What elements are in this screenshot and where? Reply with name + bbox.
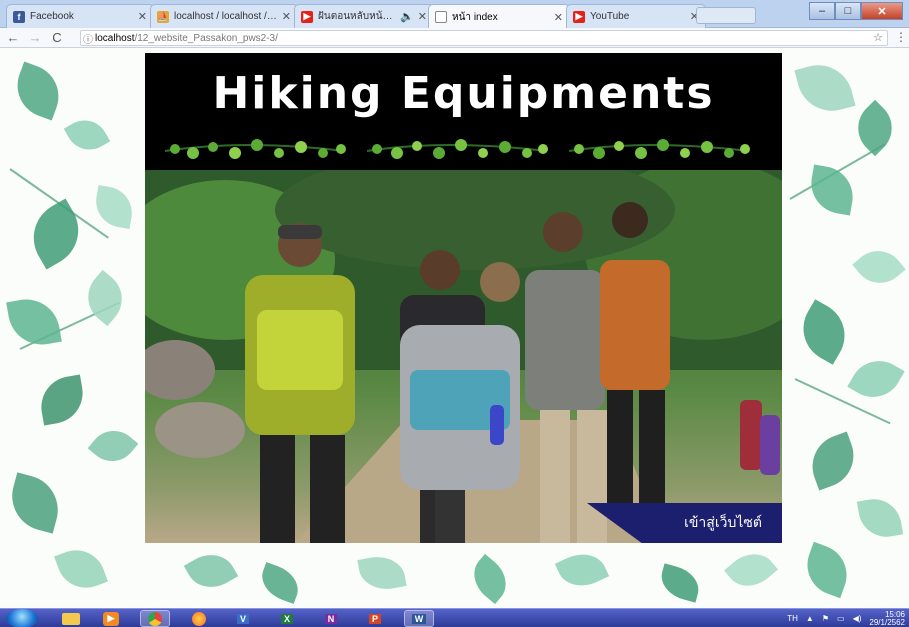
new-tab-button[interactable] — [696, 7, 756, 24]
youtube-icon: ▶ — [573, 10, 585, 23]
language-indicator[interactable]: TH — [787, 614, 798, 623]
close-window-icon[interactable]: ✕ — [861, 2, 903, 20]
page-title: Hiking Equipments — [212, 68, 715, 119]
hikers-photo: เข้าสู่เว็บไซต์ — [145, 170, 782, 543]
forward-arrow-icon[interactable]: → — [26, 29, 44, 47]
volume-icon[interactable]: ◀) — [853, 614, 862, 623]
close-icon[interactable]: ✕ — [418, 10, 427, 23]
url-host: localhost — [95, 32, 135, 44]
chrome-icon[interactable] — [140, 610, 170, 627]
start-button-icon[interactable] — [6, 609, 38, 627]
page-icon — [435, 11, 447, 23]
browser-window: f Facebook ✕ ⛵ localhost / localhost / P… — [0, 0, 909, 627]
tab-facebook[interactable]: f Facebook ✕ — [6, 4, 154, 28]
visio-icon[interactable]: V — [228, 610, 258, 627]
close-icon[interactable]: ✕ — [282, 10, 291, 23]
phpmyadmin-icon: ⛵ — [157, 10, 169, 23]
bookmark-star-icon[interactable]: ☆ — [873, 31, 883, 44]
explorer-icon[interactable] — [56, 610, 86, 627]
header-banner: Hiking Equipments — [145, 53, 782, 170]
info-icon[interactable]: ⓘ — [81, 31, 95, 46]
maximize-icon[interactable]: □ — [835, 2, 861, 20]
tab-label: Facebook — [30, 11, 74, 22]
powerpoint-icon[interactable]: P — [360, 610, 390, 627]
tab-phpmyadmin[interactable]: ⛵ localhost / localhost / Pa ✕ — [150, 4, 298, 28]
minimize-icon[interactable]: – — [809, 2, 835, 20]
clock[interactable]: 15:06 29/1/2562 — [869, 610, 905, 627]
youtube-icon: ▶ — [301, 10, 313, 23]
word-icon[interactable]: W — [404, 610, 434, 627]
address-bar[interactable]: ⓘ localhost /12_website_Passakon_pws2-3/… — [80, 30, 888, 46]
onenote-icon[interactable]: N — [316, 610, 346, 627]
tab-youtube[interactable]: ▶ YouTube ✕ — [566, 4, 706, 28]
excel-icon[interactable]: X — [272, 610, 302, 627]
tab-label: YouTube — [590, 11, 630, 22]
vine-right — [568, 139, 750, 159]
reload-icon[interactable]: C — [48, 29, 66, 47]
facebook-icon: f — [13, 10, 25, 23]
menu-dots-icon[interactable]: ⋮ — [895, 30, 907, 44]
close-icon[interactable]: ✕ — [554, 11, 563, 24]
hikers-illustration — [145, 170, 782, 543]
page-viewport: Hiking Equipments เข้าสู่เว็บไซต์ — [0, 48, 909, 608]
tab-strip: f Facebook ✕ ⛵ localhost / localhost / P… — [0, 0, 909, 29]
landing-card: Hiking Equipments เข้าสู่เว็บไซต์ — [145, 53, 782, 543]
tab-index[interactable]: หน้า index ✕ — [428, 4, 570, 29]
flag-icon[interactable]: ⚑ — [822, 614, 829, 623]
tab-label: หน้า index — [452, 11, 498, 23]
vine-decoration — [164, 139, 750, 159]
vine-left — [164, 139, 346, 159]
back-arrow-icon[interactable]: ← — [4, 29, 22, 47]
tab-label: localhost / localhost / Pa — [174, 11, 278, 22]
system-tray: TH ▲ ⚑ ▭ ◀) 15:06 29/1/2562 — [779, 609, 905, 627]
network-icon[interactable]: ▭ — [837, 614, 845, 623]
windows-taskbar: ▶ V X N P W TH ▲ ⚑ ▭ ◀) 15:06 29/1/2562 — [0, 608, 909, 627]
tab-label: ฝันตอนหลับหน้าเป็นแพนด้า — [318, 11, 396, 22]
tab-youtube-video[interactable]: ▶ ฝันตอนหลับหน้าเป็นแพนด้า 🔈 ✕ — [294, 4, 434, 28]
clock-date: 29/1/2562 — [869, 617, 905, 627]
vine-middle — [366, 139, 548, 159]
media-player-icon[interactable]: ▶ — [96, 610, 126, 627]
firefox-icon[interactable] — [184, 610, 214, 627]
window-controls: – □ ✕ — [809, 2, 903, 20]
audio-icon[interactable]: 🔈 — [400, 10, 414, 23]
enter-website-label: เข้าสู่เว็บไซต์ — [684, 514, 762, 530]
browser-toolbar: ← → C ⓘ localhost /12_website_Passakon_p… — [0, 28, 909, 48]
url-path: /12_website_Passakon_pws2-3/ — [134, 32, 278, 44]
show-hidden-icons-icon[interactable]: ▲ — [806, 614, 814, 623]
close-icon[interactable]: ✕ — [138, 10, 147, 23]
